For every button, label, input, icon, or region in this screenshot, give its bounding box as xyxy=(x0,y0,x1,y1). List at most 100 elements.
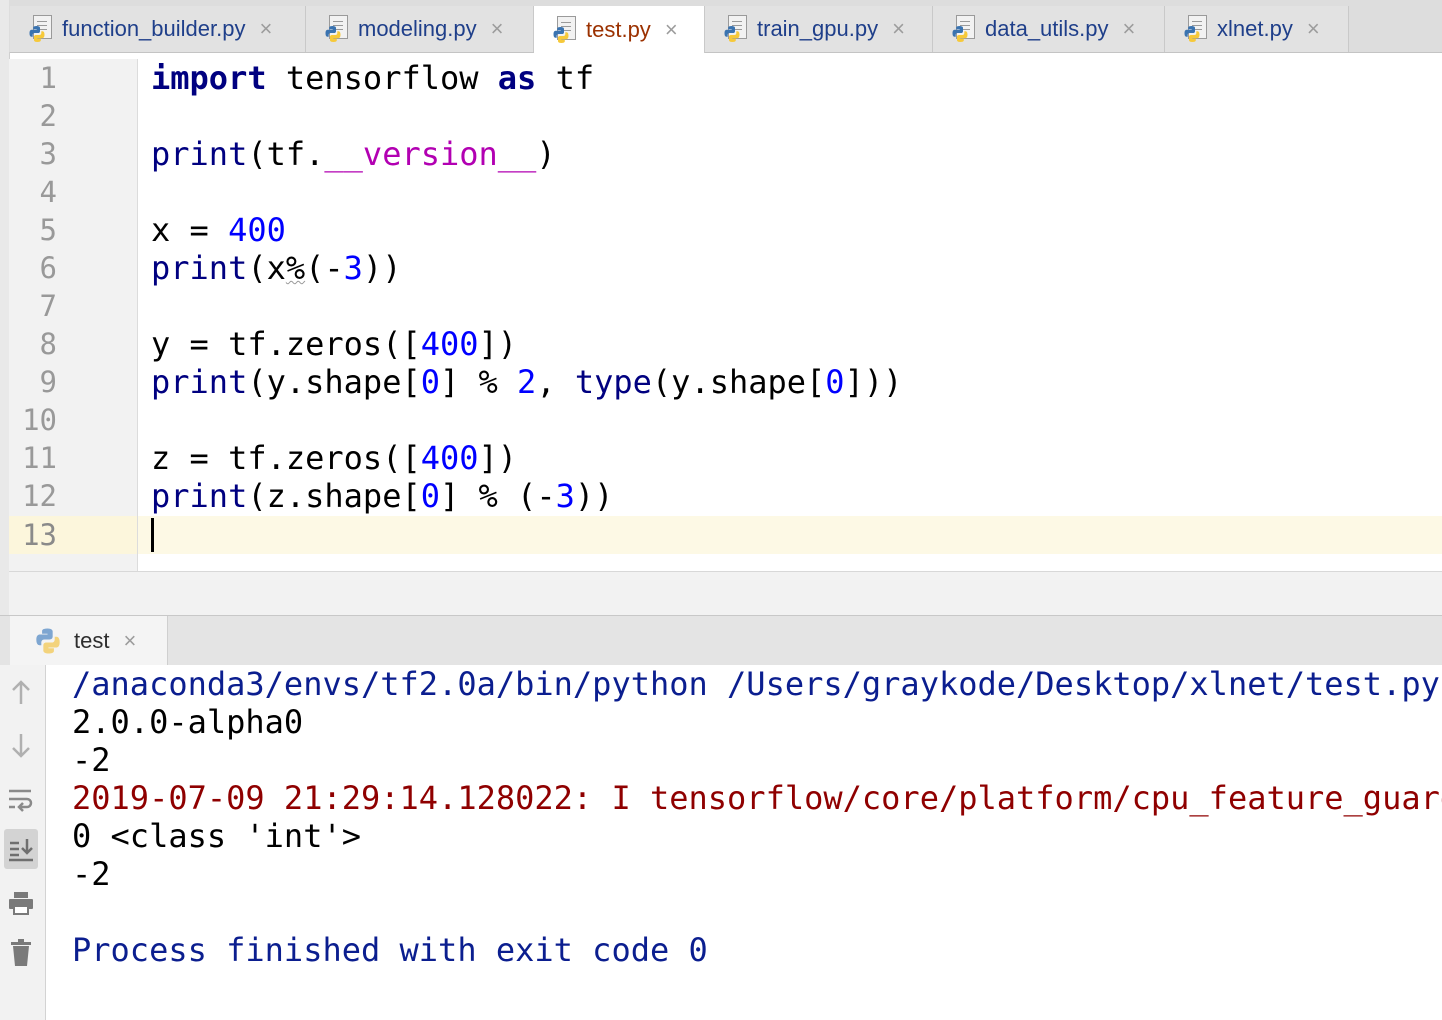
run-tab-test[interactable]: test × xyxy=(10,616,168,665)
code-text: tensorflow xyxy=(266,59,498,97)
code-text: (y.shape[ xyxy=(247,363,421,401)
python-file-icon xyxy=(553,15,576,44)
close-icon[interactable]: × xyxy=(491,18,504,40)
code-text: ) xyxy=(536,135,556,173)
code-text: ])) xyxy=(844,363,903,401)
clear-all-button[interactable] xyxy=(4,933,38,973)
tab-data-utils[interactable]: data_utils.py × xyxy=(933,6,1165,52)
python-file-icon xyxy=(29,15,52,43)
trash-icon xyxy=(11,939,31,966)
close-icon[interactable]: × xyxy=(892,18,905,40)
code-line-12[interactable]: print(z.shape[0] % (-3)) xyxy=(151,477,613,515)
line-number: 2 xyxy=(39,99,57,133)
tab-label: xlnet.py xyxy=(1217,16,1293,41)
code-line-9[interactable]: print(y.shape[0] % 2, type(y.shape[0])) xyxy=(151,363,902,401)
tab-label: modeling.py xyxy=(358,16,477,41)
console-line-output: 0 <class 'int'> xyxy=(72,817,361,855)
number-literal: 3 xyxy=(555,477,575,515)
code-line-3[interactable]: print(tf.__version__) xyxy=(151,135,556,173)
code-text: y = tf.zeros([ xyxy=(151,325,421,363)
arrow-down-icon xyxy=(12,734,30,758)
close-icon[interactable]: × xyxy=(123,628,136,654)
code-line-11[interactable]: z = tf.zeros([400]) xyxy=(151,439,517,477)
number-literal: 0 xyxy=(420,477,440,515)
builtin: print xyxy=(151,363,248,401)
code-line-6[interactable]: print(x%(-3)) xyxy=(151,249,401,287)
code-text: ]) xyxy=(478,439,518,477)
line-number: 8 xyxy=(39,327,57,361)
line-number: 11 xyxy=(22,441,57,475)
editor-scroll-area xyxy=(9,571,1442,616)
code-text: (x xyxy=(247,249,286,287)
line-number: 5 xyxy=(39,213,57,247)
number-literal: 2 xyxy=(517,363,537,401)
number-literal: 0 xyxy=(825,363,845,401)
number-literal: 400 xyxy=(420,325,479,363)
print-button[interactable] xyxy=(4,883,38,923)
tab-label: function_builder.py xyxy=(62,16,246,41)
code-text: ] % (- xyxy=(439,477,556,515)
line-number: 10 xyxy=(22,403,57,437)
tab-train-gpu[interactable]: train_gpu.py × xyxy=(705,6,933,52)
tab-function-builder[interactable]: function_builder.py × xyxy=(10,6,306,52)
run-toolbar xyxy=(0,665,46,1020)
code-text: )) xyxy=(362,249,402,287)
run-console[interactable]: /anaconda3/envs/tf2.0a/bin/python /Users… xyxy=(46,665,1442,1020)
tab-bar-edge xyxy=(0,0,9,52)
scroll-to-end-button[interactable] xyxy=(4,829,38,869)
python-file-icon xyxy=(952,15,975,43)
tab-label: data_utils.py xyxy=(985,16,1109,41)
line-number: 7 xyxy=(39,289,57,323)
line-number-current: 13 xyxy=(22,518,57,552)
current-line-highlight xyxy=(138,516,1442,554)
console-line-stderr: 2019-07-09 21:29:14.128022: I tensorflow… xyxy=(72,779,1442,817)
scroll-down-button[interactable] xyxy=(4,725,38,765)
run-panel-header: test × xyxy=(0,615,1442,666)
builtin: type xyxy=(574,363,652,401)
tab-label: train_gpu.py xyxy=(757,16,879,41)
console-line-output: -2 xyxy=(72,855,111,893)
code-text: (z.shape[ xyxy=(247,477,421,515)
soft-wrap-button[interactable] xyxy=(4,779,38,819)
line-number: 3 xyxy=(39,137,57,171)
console-line-command: /anaconda3/envs/tf2.0a/bin/python /Users… xyxy=(72,665,1440,703)
text-caret xyxy=(151,518,154,552)
dunder-attr: __version__ xyxy=(324,135,537,173)
tab-label: test.py xyxy=(586,16,651,42)
keyword: as xyxy=(497,59,537,97)
console-line-exit-status: Process finished with exit code 0 xyxy=(72,931,708,969)
code-text: )) xyxy=(574,477,614,515)
close-icon[interactable]: × xyxy=(259,18,272,40)
line-number: 12 xyxy=(22,479,57,513)
code-line-5[interactable]: x = 400 xyxy=(151,211,286,249)
number-literal: 400 xyxy=(420,439,479,477)
code-line-1[interactable]: import tensorflow as tf xyxy=(151,59,594,97)
close-icon[interactable]: × xyxy=(665,18,678,41)
code-text: z = tf.zeros([ xyxy=(151,439,421,477)
code-text: x = xyxy=(151,211,229,249)
line-number: 4 xyxy=(39,175,57,209)
code-line-8[interactable]: y = tf.zeros([400]) xyxy=(151,325,517,363)
builtin: print xyxy=(151,477,248,515)
editor-tab-bar: function_builder.py × modeling.py × test… xyxy=(0,0,1442,54)
console-line-output: -2 xyxy=(72,741,111,779)
code-editor[interactable]: 1 2 3 4 5 6 7 8 9 10 11 12 13 import ten… xyxy=(9,59,1442,571)
scroll-up-button[interactable] xyxy=(4,673,38,713)
close-icon[interactable]: × xyxy=(1123,18,1136,40)
code-text: (- xyxy=(305,249,344,287)
tab-modeling[interactable]: modeling.py × xyxy=(306,6,534,52)
python-file-icon xyxy=(724,15,747,43)
close-icon[interactable]: × xyxy=(1307,18,1320,40)
keyword: import xyxy=(151,59,267,97)
tab-xlnet[interactable]: xlnet.py × xyxy=(1165,6,1349,52)
tab-test[interactable]: test.py × xyxy=(534,6,705,54)
operator-warning: % xyxy=(285,249,306,287)
code-text: tf xyxy=(536,59,595,97)
code-text: ]) xyxy=(478,325,518,363)
scroll-to-end-icon xyxy=(9,839,33,862)
line-number: 6 xyxy=(39,251,57,285)
python-file-icon xyxy=(1184,15,1207,43)
line-number: 1 xyxy=(39,61,57,95)
number-literal: 3 xyxy=(343,249,363,287)
number-literal: 0 xyxy=(420,363,440,401)
